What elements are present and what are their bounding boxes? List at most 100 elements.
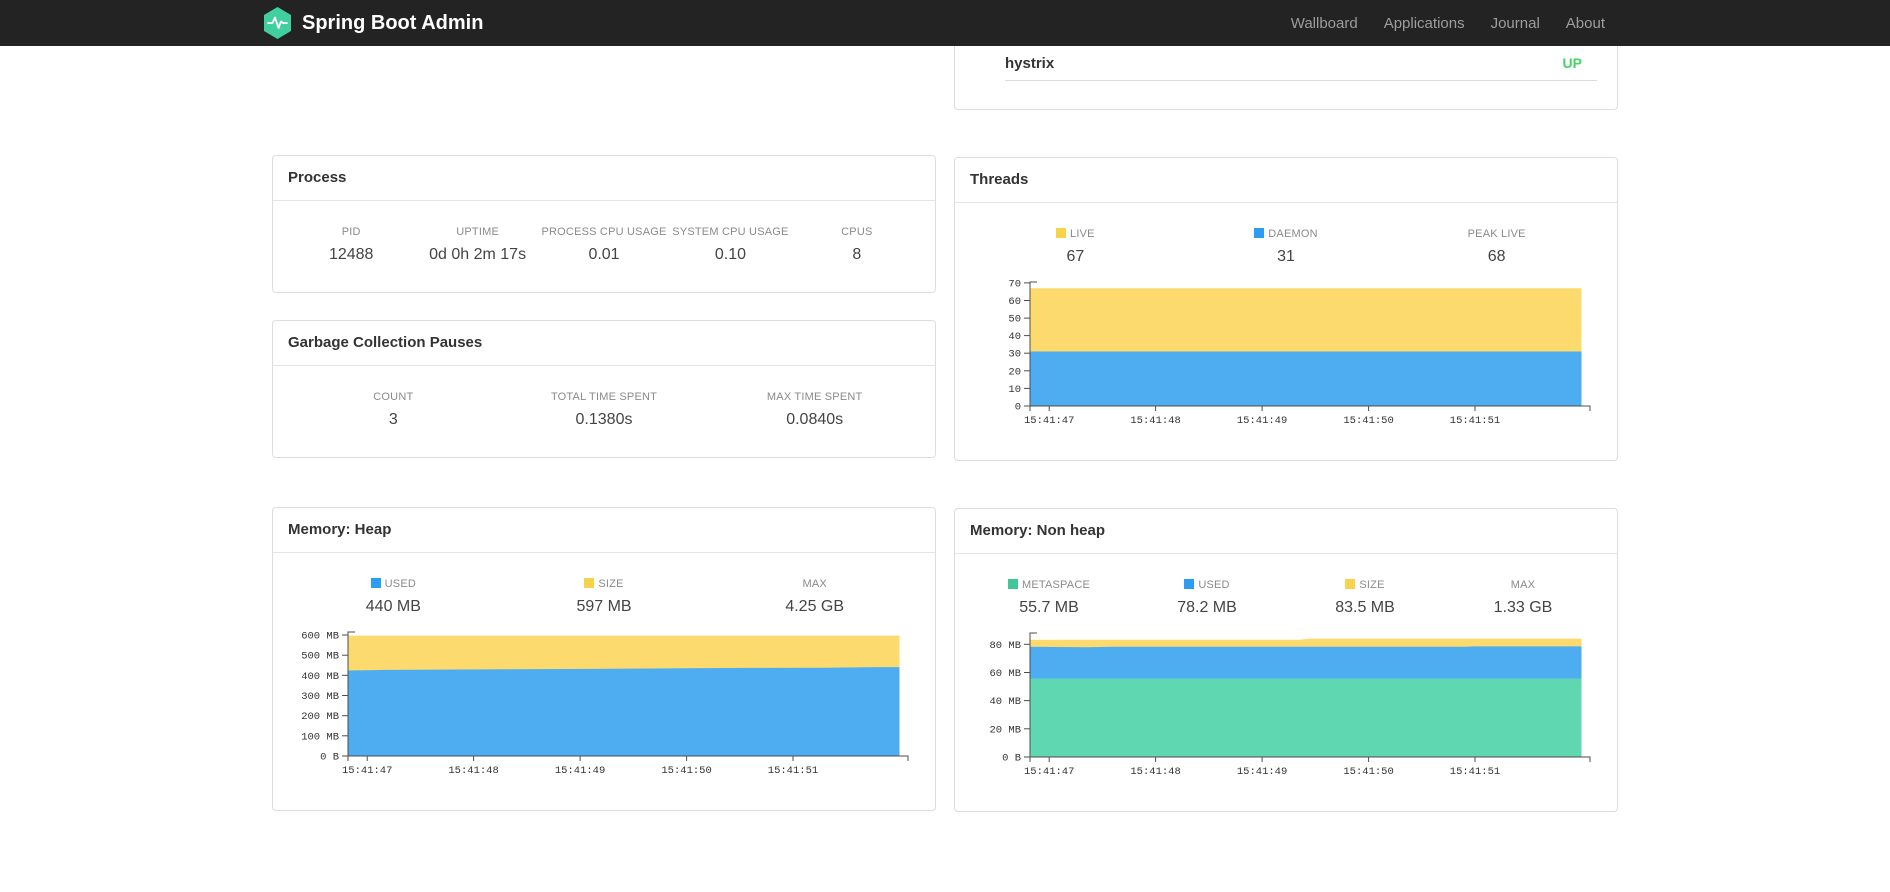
application-status-card: hystrix UP [954, 46, 1618, 110]
stat-value: 0.1380s [575, 411, 633, 428]
svg-text:0 B: 0 B [1002, 753, 1021, 765]
svg-text:60 MB: 60 MB [989, 668, 1021, 680]
svg-text:15:41:51: 15:41:51 [1450, 415, 1500, 427]
stat-process-cpu-usage: PROCESS CPU USAGE 0.01 [541, 226, 667, 264]
spring-boot-admin-logo-icon [263, 7, 292, 39]
svg-text:0: 0 [1015, 402, 1021, 414]
stat-label: MAX [802, 578, 827, 590]
svg-text:15:41:47: 15:41:47 [1024, 415, 1074, 427]
memory-nonheap-card-body: METASPACE 55.7 MB USED 78.2 MB SIZE 83.5 MB MA… [955, 554, 1617, 811]
stat-value: 440 MB [365, 598, 421, 615]
nav-item-journal[interactable]: Journal [1478, 15, 1553, 32]
stat-label: METASPACE [970, 579, 1128, 591]
stat-label: USED [288, 578, 499, 590]
stat-max: MAX 1.33 GB [1444, 579, 1602, 617]
navbar: Spring Boot Admin Wallboard Applications… [0, 0, 1890, 46]
stat-value: 0.01 [588, 246, 620, 263]
stat-label: MAX [1510, 579, 1536, 591]
gc-card-body: COUNT 3 TOTAL TIME SPENT 0.1380s MAX TIME SP… [273, 366, 935, 457]
stat-value: 0.10 [714, 246, 746, 263]
status-badge: UP [1562, 55, 1582, 71]
memory-heap-card-title: Memory: Heap [273, 508, 935, 553]
svg-text:15:41:49: 15:41:49 [1237, 766, 1287, 778]
gc-stats-row: COUNT 3 TOTAL TIME SPENT 0.1380s MAX TIME SP… [288, 366, 920, 429]
svg-text:400 MB: 400 MB [301, 671, 339, 683]
stat-label: PEAK LIVE [1467, 228, 1526, 240]
application-name[interactable]: hystrix [1005, 55, 1054, 72]
stat-metaspace: METASPACE 55.7 MB [970, 579, 1128, 617]
navbar-inner: Spring Boot Admin Wallboard Applications… [264, 0, 1618, 46]
stat-label: PROCESS CPU USAGE [541, 226, 667, 238]
stat-value: 78.2 MB [1177, 599, 1237, 616]
memory-nonheap-card: Memory: Non heap METASPACE 55.7 MB USED 78.… [954, 508, 1618, 812]
stat-label: MAX TIME SPENT [766, 391, 863, 403]
stat-used: USED 78.2 MB [1128, 579, 1286, 617]
stat-value: 1.33 GB [1493, 599, 1553, 616]
stat-label: USED [1128, 579, 1286, 591]
stat-label: DAEMON [1181, 228, 1392, 240]
memory-heap-card: Memory: Heap USED 440 MB SIZE 597 MB MAX 4.25… [272, 507, 936, 811]
application-status-row[interactable]: hystrix UP [955, 46, 1617, 72]
svg-text:40 MB: 40 MB [989, 696, 1021, 708]
nav-item-wallboard[interactable]: Wallboard [1278, 15, 1371, 32]
svg-text:15:41:51: 15:41:51 [1450, 766, 1500, 778]
stat-label: SYSTEM CPU USAGE [672, 226, 789, 238]
stat-total-time-spent: TOTAL TIME SPENT 0.1380s [499, 391, 710, 429]
stat-value: 55.7 MB [1019, 599, 1079, 616]
stat-pid: PID 12488 [288, 226, 414, 264]
left-column: Process PID 12488 UPTIME 0d 0h 2m 17s PROCES… [272, 46, 936, 811]
svg-text:70: 70 [1008, 278, 1021, 290]
stat-label: CPUS [841, 226, 873, 238]
stat-count: COUNT 3 [288, 391, 499, 429]
stat-label: PID [341, 226, 361, 238]
process-card: Process PID 12488 UPTIME 0d 0h 2m 17s PROCES… [272, 155, 936, 293]
stat-used: USED 440 MB [288, 578, 499, 616]
svg-text:15:41:50: 15:41:50 [1343, 415, 1393, 427]
svg-text:80 MB: 80 MB [989, 640, 1021, 652]
stat-value: 8 [852, 246, 862, 263]
svg-text:15:41:50: 15:41:50 [1343, 766, 1393, 778]
legend-swatch-icon [584, 578, 595, 588]
stat-peak-live: PEAK LIVE 68 [1391, 228, 1602, 266]
svg-text:15:41:47: 15:41:47 [342, 765, 392, 777]
brand-link[interactable]: Spring Boot Admin [263, 7, 483, 39]
page: Spring Boot Admin Wallboard Applications… [0, 0, 1890, 892]
svg-text:500 MB: 500 MB [301, 651, 339, 663]
svg-text:15:41:49: 15:41:49 [1237, 415, 1287, 427]
stat-value: 0.0840s [786, 411, 844, 428]
stat-max: MAX 4.25 GB [709, 578, 920, 616]
svg-text:300 MB: 300 MB [301, 691, 339, 703]
memory-nonheap-card-title: Memory: Non heap [955, 509, 1617, 554]
process-card-body: PID 12488 UPTIME 0d 0h 2m 17s PROCESS CPU US… [273, 201, 935, 292]
svg-text:15:41:47: 15:41:47 [1024, 766, 1074, 778]
process-card-title: Process [273, 156, 935, 201]
svg-text:15:41:49: 15:41:49 [555, 765, 605, 777]
svg-text:15:41:51: 15:41:51 [768, 765, 818, 777]
nav-item-applications[interactable]: Applications [1371, 15, 1478, 32]
stat-value: 12488 [328, 246, 374, 263]
svg-text:60: 60 [1008, 296, 1021, 308]
stat-value: 597 MB [576, 598, 632, 615]
gc-card-title: Garbage Collection Pauses [273, 321, 935, 366]
memory-heap-chart: 0 B 100 MB 200 MB 300 MB 400 MB 500 MB 600 MB 1… [288, 626, 920, 782]
stat-live: LIVE 67 [970, 228, 1181, 266]
legend-swatch-icon [1056, 228, 1066, 238]
threads-card: Threads LIVE 67 DAEMON 31 PEAK LIVE 68 0 10 20 3… [954, 157, 1618, 461]
stat-max-time-spent: MAX TIME SPENT 0.0840s [709, 391, 920, 429]
stat-system-cpu-usage: SYSTEM CPU USAGE 0.10 [667, 226, 793, 264]
svg-text:20 MB: 20 MB [989, 724, 1021, 736]
svg-text:40: 40 [1008, 331, 1021, 343]
memory-nonheap-stats-row: METASPACE 55.7 MB USED 78.2 MB SIZE 83.5 MB MA… [970, 554, 1602, 617]
stat-label: COUNT [373, 391, 414, 403]
stat-size: SIZE 597 MB [499, 578, 710, 616]
svg-text:0 B: 0 B [320, 752, 339, 764]
stat-value: 83.5 MB [1335, 599, 1395, 616]
legend-swatch-icon [370, 578, 381, 588]
memory-nonheap-chart: 0 B 20 MB 40 MB 60 MB 80 MB 15:41:47 15:41:48 1… [970, 627, 1602, 783]
stat-label: LIVE [970, 228, 1181, 240]
svg-text:30: 30 [1008, 349, 1021, 361]
nav-item-about[interactable]: About [1553, 15, 1618, 32]
memory-heap-stats-row: USED 440 MB SIZE 597 MB MAX 4.25 GB [288, 553, 920, 616]
svg-text:10: 10 [1008, 384, 1021, 396]
stat-value: 68 [1487, 248, 1506, 265]
